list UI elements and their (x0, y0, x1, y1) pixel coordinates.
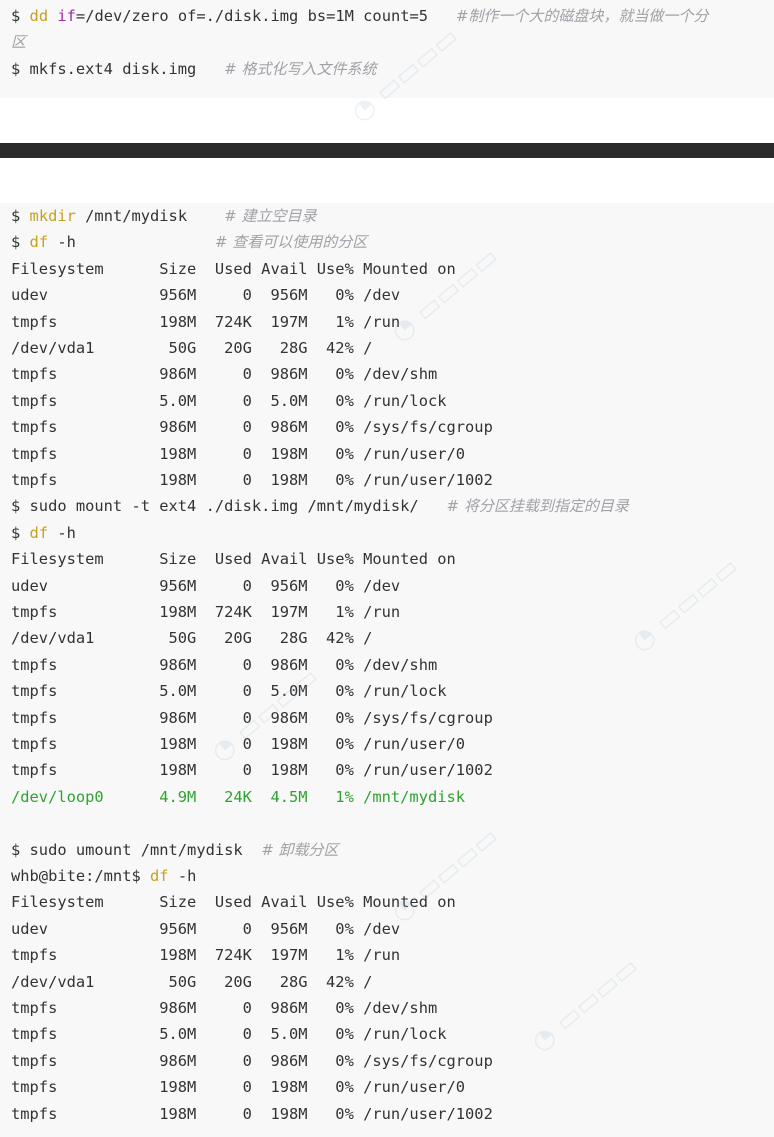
df-table-row: tmpfs 198M 724K 197M 1% /run (11, 599, 400, 625)
df-row-text: tmpfs 5.0M 0 5.0M 0% /run/lock (11, 682, 447, 701)
df-table-row: tmpfs 198M 724K 197M 1% /run (11, 942, 400, 968)
code-line-mkdir: $ mkdir /mnt/mydisk # 建立空目录 (11, 203, 317, 229)
command-text: $ sudo mount -t ext4 ./disk.img /mnt/myd… (11, 497, 447, 516)
code-line-mount: $ sudo mount -t ext4 ./disk.img /mnt/myd… (11, 493, 629, 519)
df-table-header: Filesystem Size Used Avail Use% Mounted … (11, 546, 456, 572)
prompt: $ (11, 523, 30, 542)
code-line-dd: $ dd if=/dev/zero of=./disk.img bs=1M co… (11, 3, 708, 29)
command-args: -h (48, 523, 76, 542)
df-table-row: udev 956M 0 956M 0% /dev (11, 573, 400, 599)
df-table-row: udev 956M 0 956M 0% /dev (11, 282, 400, 308)
code-block-mount: $ mkdir /mnt/mydisk # 建立空目录 $ df -h # 查看可… (0, 203, 774, 1137)
command-args: /mnt/mydisk (75, 207, 225, 225)
df-table-row: tmpfs 198M 0 198M 0% /run/user/1002 (11, 467, 493, 493)
code-line-umount: $ sudo umount /mnt/mydisk # 卸载分区 (11, 837, 339, 863)
df-table-row: tmpfs 986M 0 986M 0% /dev/shm (11, 361, 437, 387)
prompt: $ (11, 233, 30, 252)
code-line-df: whb@bite:/mnt$ df -h (11, 863, 196, 889)
divider-bar (0, 143, 774, 158)
df-table-row: tmpfs 198M 0 198M 0% /run/user/0 (11, 441, 465, 467)
df-row-text: tmpfs 986M 0 986M 0% /sys/fs/cgroup (11, 708, 493, 727)
df-table-row: tmpfs 986M 0 986M 0% /sys/fs/cgroup (11, 705, 493, 731)
df-table-row: tmpfs 986M 0 986M 0% /sys/fs/cgroup (11, 1048, 493, 1074)
df-table-row: tmpfs 986M 0 986M 0% /sys/fs/cgroup (11, 414, 493, 440)
df-table-row: tmpfs 986M 0 986M 0% /dev/shm (11, 652, 437, 678)
code-block-create-disk: $ dd if=/dev/zero of=./disk.img bs=1M co… (0, 0, 774, 98)
code-comment: # 卸载分区 (261, 840, 339, 859)
df-row-text: tmpfs 986M 0 986M 0% /dev/shm (11, 365, 438, 384)
code-comment: #制作一个大的磁盘块，就当做一个分 (455, 7, 709, 25)
df-row-text: tmpfs 198M 0 198M 0% /run/user/0 (11, 444, 466, 463)
code-comment-wrap: 区 (11, 33, 27, 51)
df-table-row: tmpfs 198M 724K 197M 1% /run (11, 309, 400, 335)
df-row-text: tmpfs 5.0M 0 5.0M 0% /run/lock (11, 1025, 447, 1044)
df-row-text: udev 956M 0 956M 0% /dev (11, 286, 401, 305)
df-row-text: tmpfs 986M 0 986M 0% /sys/fs/cgroup (11, 418, 493, 437)
df-table-header: Filesystem Size Used Avail Use% Mounted … (11, 889, 456, 915)
df-row-text: tmpfs 198M 0 198M 0% /run/user/1002 (11, 761, 493, 780)
df-table-row: tmpfs 986M 0 986M 0% /dev/shm (11, 995, 437, 1021)
command-args: =/dev/zero of=./disk.img bs=1M count=5 (75, 7, 456, 25)
df-row-text: tmpfs 198M 0 198M 0% /run/user/1002 (11, 1104, 493, 1123)
df-row-text: tmpfs 198M 0 198M 0% /run/user/0 (11, 1078, 466, 1097)
df-table-row: /dev/vda1 50G 20G 28G 42% / (11, 335, 372, 361)
command-text: $ sudo umount /mnt/mydisk (11, 840, 262, 859)
df-table-row: tmpfs 198M 0 198M 0% /run/user/1002 (11, 1101, 493, 1127)
command-keyword: df (150, 867, 169, 885)
keyword-if: if (57, 7, 76, 25)
df-row-text: tmpfs 198M 724K 197M 1% /run (11, 603, 401, 621)
df-table-row: /dev/vda1 50G 20G 28G 42% / (11, 625, 372, 651)
code-comment: # 查看可以使用的分区 (214, 233, 368, 252)
df-row-text: tmpfs 986M 0 986M 0% /dev/shm (11, 655, 438, 674)
df-row-text: tmpfs 198M 0 198M 0% /run/user/1002 (11, 471, 493, 489)
command-args: -h (48, 233, 215, 252)
df-table-row: tmpfs 198M 0 198M 0% /run/user/0 (11, 1074, 465, 1100)
df-table-row: udev 956M 0 956M 0% /dev (11, 916, 400, 942)
df-row-text: tmpfs 986M 0 986M 0% /dev/shm (11, 999, 438, 1017)
df-table-row: tmpfs 5.0M 0 5.0M 0% /run/lock (11, 678, 447, 704)
prompt: $ (11, 7, 30, 25)
df-row-text: tmpfs 198M 724K 197M 1% /run (11, 946, 401, 965)
df-row-text: tmpfs 198M 724K 197M 1% /run (11, 312, 401, 331)
command-args: -h (168, 867, 197, 885)
df-row-text: tmpfs 986M 0 986M 0% /sys/fs/cgroup (11, 1051, 493, 1070)
df-table-header: Filesystem Size Used Avail Use% Mounted … (11, 256, 456, 282)
prompt: whb@bite:/mnt$ (11, 867, 150, 885)
command-keyword: df (29, 233, 49, 252)
code-comment: # 格式化写入文件系统 (224, 60, 377, 78)
df-row-text-highlight: /dev/loop0 4.9M 24K 4.5M 1% /mnt/mydisk (11, 787, 466, 806)
df-table-row: tmpfs 198M 0 198M 0% /run/user/0 (11, 731, 465, 757)
df-row-text: udev 956M 0 956M 0% /dev (11, 576, 401, 595)
df-row-text: tmpfs 198M 0 198M 0% /run/user/0 (11, 735, 466, 753)
code-line-df: $ df -h # 查看可以使用的分区 (11, 229, 367, 255)
code-comment: # 将分区挂载到指定的目录 (446, 497, 629, 516)
command-keyword: mkdir (29, 207, 76, 225)
df-row-text: Filesystem Size Used Avail Use% Mounted … (11, 893, 456, 912)
df-table-row: tmpfs 5.0M 0 5.0M 0% /run/lock (11, 388, 447, 414)
df-row-text: /dev/vda1 50G 20G 28G 42% / (11, 972, 373, 991)
df-table-row-loop: /dev/loop0 4.9M 24K 4.5M 1% /mnt/mydisk (11, 784, 465, 810)
prompt: $ (11, 207, 30, 225)
df-row-text: Filesystem Size Used Avail Use% Mounted … (11, 259, 456, 278)
code-comment: # 建立空目录 (224, 207, 317, 225)
code-line-wrap: 区 (11, 29, 26, 55)
df-row-text: /dev/vda1 50G 20G 28G 42% / (11, 339, 373, 357)
df-table-row: tmpfs 5.0M 0 5.0M 0% /run/lock (11, 1021, 447, 1047)
df-row-text: udev 956M 0 956M 0% /dev (11, 919, 401, 938)
df-row-text: /dev/vda1 50G 20G 28G 42% / (11, 629, 373, 648)
command-keyword: dd (29, 7, 49, 25)
df-row-text: Filesystem Size Used Avail Use% Mounted … (11, 550, 456, 569)
df-table-row: tmpfs 198M 0 198M 0% /run/user/1002 (11, 757, 493, 783)
command-keyword: df (29, 523, 49, 542)
df-table-row: /dev/vda1 50G 20G 28G 42% / (11, 969, 372, 995)
df-row-text: tmpfs 5.0M 0 5.0M 0% /run/lock (11, 391, 447, 410)
code-line-mkfs: $ mkfs.ext4 disk.img # 格式化写入文件系统 (11, 56, 376, 82)
command-text: $ mkfs.ext4 disk.img (11, 60, 225, 78)
code-line-df: $ df -h (11, 520, 76, 546)
